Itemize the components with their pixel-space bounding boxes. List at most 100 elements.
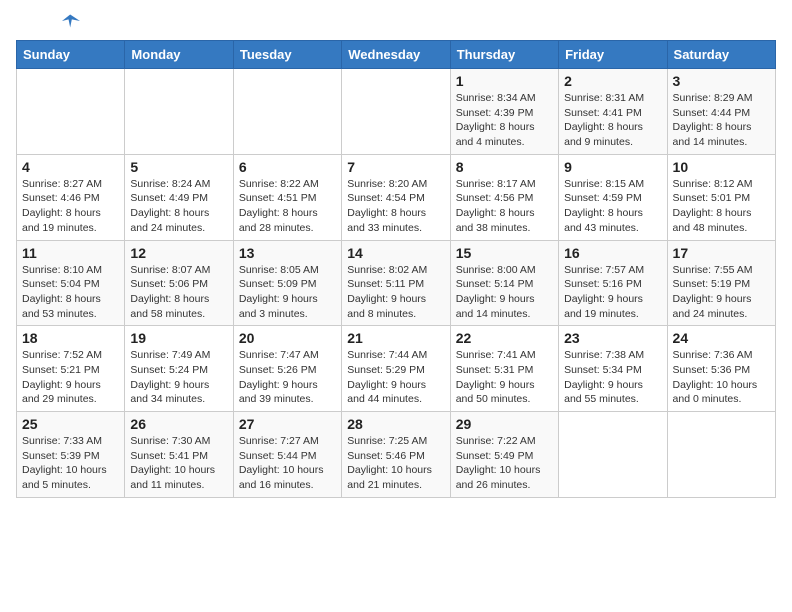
weekday-header-tuesday: Tuesday: [233, 41, 341, 69]
day-info: Sunrise: 7:33 AM Sunset: 5:39 PM Dayligh…: [22, 434, 119, 493]
day-number: 23: [564, 330, 661, 346]
day-number: 29: [456, 416, 553, 432]
day-info: Sunrise: 8:05 AM Sunset: 5:09 PM Dayligh…: [239, 263, 336, 322]
day-number: 22: [456, 330, 553, 346]
day-info: Sunrise: 7:44 AM Sunset: 5:29 PM Dayligh…: [347, 348, 444, 407]
day-number: 19: [130, 330, 227, 346]
day-number: 18: [22, 330, 119, 346]
day-info: Sunrise: 7:52 AM Sunset: 5:21 PM Dayligh…: [22, 348, 119, 407]
day-info: Sunrise: 8:02 AM Sunset: 5:11 PM Dayligh…: [347, 263, 444, 322]
day-number: 14: [347, 245, 444, 261]
day-info: Sunrise: 7:30 AM Sunset: 5:41 PM Dayligh…: [130, 434, 227, 493]
calendar-cell: 8Sunrise: 8:17 AM Sunset: 4:56 PM Daylig…: [450, 154, 558, 240]
day-number: 28: [347, 416, 444, 432]
calendar-cell: 16 Sunrise: 7:57 AM Sunset: 5:16 PM Dayli…: [559, 240, 667, 326]
day-number: 21: [347, 330, 444, 346]
calendar-cell: 21 Sunrise: 7:44 AM Sunset: 5:29 PM Dayli…: [342, 326, 450, 412]
day-info: Sunrise: 8:12 AM Sunset: 5:01 PM Dayligh…: [673, 177, 770, 236]
calendar-cell: 14 Sunrise: 8:02 AM Sunset: 5:11 PM Dayli…: [342, 240, 450, 326]
day-info: Sunrise: 7:38 AM Sunset: 5:34 PM Dayligh…: [564, 348, 661, 407]
calendar-cell: [667, 412, 775, 498]
calendar-cell: 28 Sunrise: 7:25 AM Sunset: 5:46 PM Dayli…: [342, 412, 450, 498]
calendar-cell: 4 Sunrise: 8:27 AM Sunset: 4:46 PM Daylig…: [17, 154, 125, 240]
week-row-3: 11 Sunrise: 8:10 AM Sunset: 5:04 PM Dayli…: [17, 240, 776, 326]
calendar-cell: [233, 69, 341, 155]
calendar-cell: 15 Sunrise: 8:00 AM Sunset: 5:14 PM Dayli…: [450, 240, 558, 326]
weekday-header-wednesday: Wednesday: [342, 41, 450, 69]
day-number: 1: [456, 73, 553, 89]
day-info: Sunrise: 7:22 AM Sunset: 5:49 PM Dayligh…: [456, 434, 553, 493]
weekday-header-sunday: Sunday: [17, 41, 125, 69]
weekday-header-friday: Friday: [559, 41, 667, 69]
calendar-cell: 9Sunrise: 8:15 AM Sunset: 4:59 PM Daylig…: [559, 154, 667, 240]
day-number: 17: [673, 245, 770, 261]
calendar-cell: [125, 69, 233, 155]
calendar-cell: 3 Sunrise: 8:29 AM Sunset: 4:44 PM Daylig…: [667, 69, 775, 155]
calendar-cell: [17, 69, 125, 155]
day-number: 16: [564, 245, 661, 261]
calendar-table: SundayMondayTuesdayWednesdayThursdayFrid…: [16, 40, 776, 498]
day-info: Sunrise: 8:27 AM Sunset: 4:46 PM Dayligh…: [22, 177, 119, 236]
calendar-cell: 29 Sunrise: 7:22 AM Sunset: 5:49 PM Dayli…: [450, 412, 558, 498]
header: [16, 16, 776, 28]
calendar-cell: 10 Sunrise: 8:12 AM Sunset: 5:01 PM Dayli…: [667, 154, 775, 240]
calendar-cell: 2 Sunrise: 8:31 AM Sunset: 4:41 PM Daylig…: [559, 69, 667, 155]
calendar-cell: 23 Sunrise: 7:38 AM Sunset: 5:34 PM Dayli…: [559, 326, 667, 412]
day-number: 3: [673, 73, 770, 89]
day-number: 8: [456, 159, 553, 175]
calendar-cell: 12Sunrise: 8:07 AM Sunset: 5:06 PM Dayli…: [125, 240, 233, 326]
day-number: 7: [347, 159, 444, 175]
week-row-1: 1Sunrise: 8:34 AM Sunset: 4:39 PM Daylig…: [17, 69, 776, 155]
calendar-cell: 11 Sunrise: 8:10 AM Sunset: 5:04 PM Dayli…: [17, 240, 125, 326]
day-info: Sunrise: 7:55 AM Sunset: 5:19 PM Dayligh…: [673, 263, 770, 322]
day-number: 24: [673, 330, 770, 346]
calendar-cell: 24Sunrise: 7:36 AM Sunset: 5:36 PM Dayli…: [667, 326, 775, 412]
day-info: Sunrise: 7:57 AM Sunset: 5:16 PM Dayligh…: [564, 263, 661, 322]
week-row-5: 25 Sunrise: 7:33 AM Sunset: 5:39 PM Dayli…: [17, 412, 776, 498]
day-number: 13: [239, 245, 336, 261]
day-info: Sunrise: 8:31 AM Sunset: 4:41 PM Dayligh…: [564, 91, 661, 150]
day-number: 20: [239, 330, 336, 346]
day-info: Sunrise: 7:27 AM Sunset: 5:44 PM Dayligh…: [239, 434, 336, 493]
day-info: Sunrise: 8:22 AM Sunset: 4:51 PM Dayligh…: [239, 177, 336, 236]
day-info: Sunrise: 7:47 AM Sunset: 5:26 PM Dayligh…: [239, 348, 336, 407]
calendar-cell: 1Sunrise: 8:34 AM Sunset: 4:39 PM Daylig…: [450, 69, 558, 155]
weekday-header-monday: Monday: [125, 41, 233, 69]
day-info: Sunrise: 8:15 AM Sunset: 4:59 PM Dayligh…: [564, 177, 661, 236]
day-info: Sunrise: 8:29 AM Sunset: 4:44 PM Dayligh…: [673, 91, 770, 150]
calendar-cell: 13 Sunrise: 8:05 AM Sunset: 5:09 PM Dayli…: [233, 240, 341, 326]
calendar-cell: 18 Sunrise: 7:52 AM Sunset: 5:21 PM Dayli…: [17, 326, 125, 412]
day-number: 10: [673, 159, 770, 175]
day-number: 5: [130, 159, 227, 175]
logo-bird-icon: [62, 14, 80, 28]
weekday-header-thursday: Thursday: [450, 41, 558, 69]
day-info: Sunrise: 7:25 AM Sunset: 5:46 PM Dayligh…: [347, 434, 444, 493]
day-info: Sunrise: 8:10 AM Sunset: 5:04 PM Dayligh…: [22, 263, 119, 322]
calendar-cell: 17 Sunrise: 7:55 AM Sunset: 5:19 PM Dayli…: [667, 240, 775, 326]
calendar-cell: [559, 412, 667, 498]
day-number: 15: [456, 245, 553, 261]
day-info: Sunrise: 8:20 AM Sunset: 4:54 PM Dayligh…: [347, 177, 444, 236]
day-number: 4: [22, 159, 119, 175]
day-number: 11: [22, 245, 119, 261]
weekday-header-row: SundayMondayTuesdayWednesdayThursdayFrid…: [17, 41, 776, 69]
day-number: 25: [22, 416, 119, 432]
day-number: 2: [564, 73, 661, 89]
day-number: 27: [239, 416, 336, 432]
week-row-2: 4 Sunrise: 8:27 AM Sunset: 4:46 PM Daylig…: [17, 154, 776, 240]
day-info: Sunrise: 7:41 AM Sunset: 5:31 PM Dayligh…: [456, 348, 553, 407]
calendar-cell: 6 Sunrise: 8:22 AM Sunset: 4:51 PM Daylig…: [233, 154, 341, 240]
calendar-cell: 22 Sunrise: 7:41 AM Sunset: 5:31 PM Dayli…: [450, 326, 558, 412]
day-info: Sunrise: 8:00 AM Sunset: 5:14 PM Dayligh…: [456, 263, 553, 322]
day-number: 26: [130, 416, 227, 432]
day-number: 12: [130, 245, 227, 261]
calendar-cell: 20 Sunrise: 7:47 AM Sunset: 5:26 PM Dayli…: [233, 326, 341, 412]
calendar-cell: 5Sunrise: 8:24 AM Sunset: 4:49 PM Daylig…: [125, 154, 233, 240]
day-info: Sunrise: 7:49 AM Sunset: 5:24 PM Dayligh…: [130, 348, 227, 407]
calendar-cell: 25 Sunrise: 7:33 AM Sunset: 5:39 PM Dayli…: [17, 412, 125, 498]
day-number: 6: [239, 159, 336, 175]
calendar-cell: 7 Sunrise: 8:20 AM Sunset: 4:54 PM Daylig…: [342, 154, 450, 240]
weekday-header-saturday: Saturday: [667, 41, 775, 69]
calendar-cell: 26 Sunrise: 7:30 AM Sunset: 5:41 PM Dayli…: [125, 412, 233, 498]
calendar-cell: [342, 69, 450, 155]
